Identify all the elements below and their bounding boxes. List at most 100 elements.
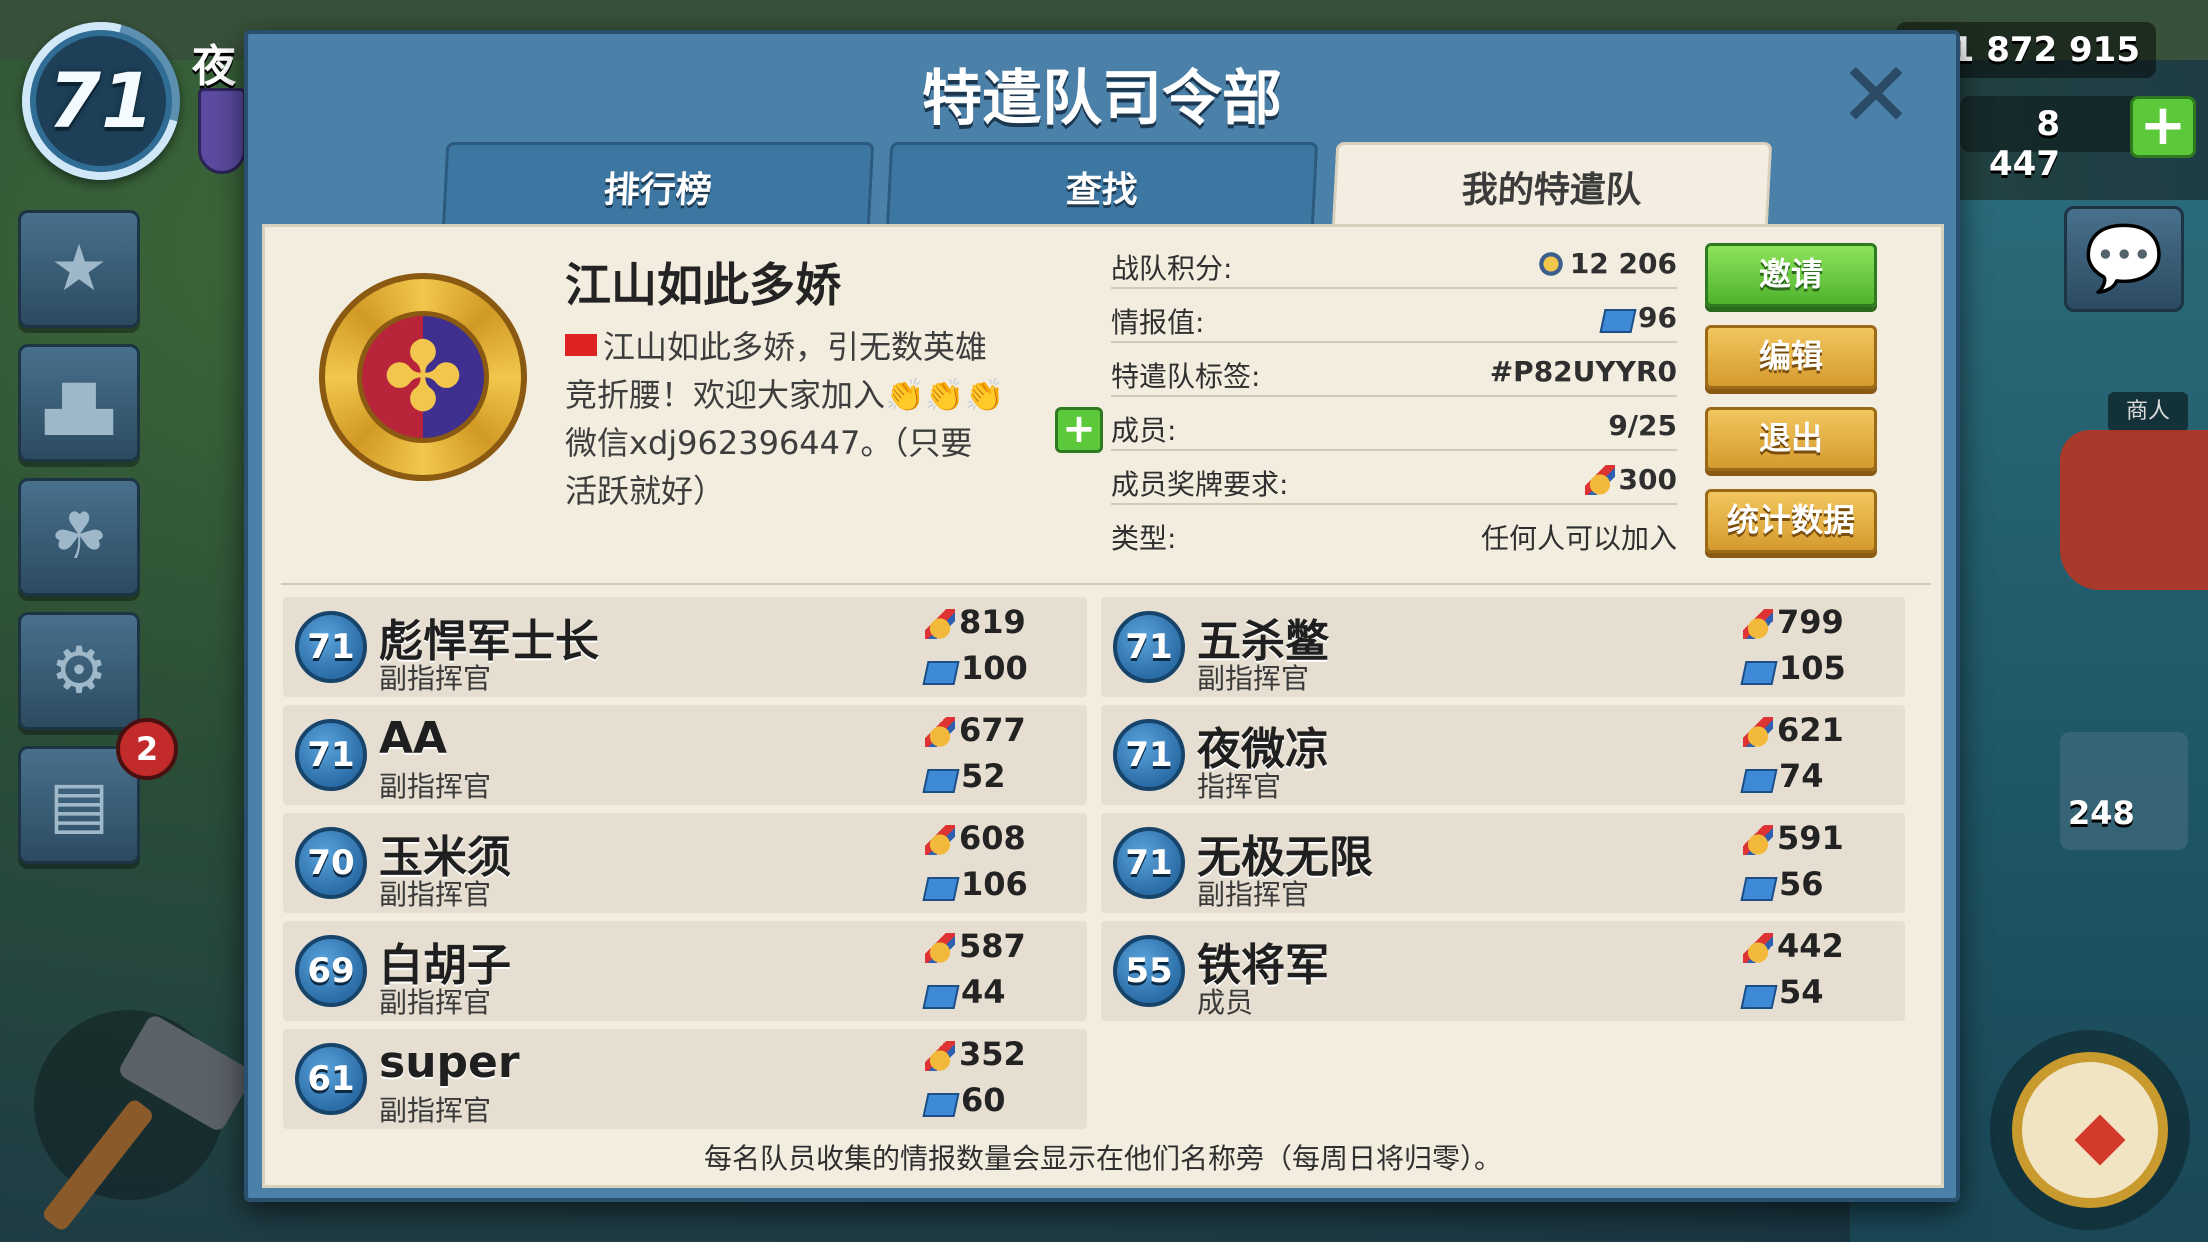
info-row-tag: 特遣队标签: #P82UYYR0 [1111, 347, 1677, 397]
group-icon: ☘ [50, 500, 108, 574]
member-row[interactable]: 71 无极无限 副指挥官 591 56 [1101, 813, 1905, 913]
member-name: super [379, 1037, 520, 1088]
description-line: 江山如此多娇，引无数英雄 [603, 328, 988, 366]
info-row-type: 类型: 任何人可以加入 [1111, 509, 1677, 559]
member-row[interactable]: 69 白胡子 副指挥官 587 44 [283, 921, 1087, 1021]
troops-button[interactable] [2060, 732, 2188, 850]
member-row[interactable]: 71 AA 副指挥官 677 52 [283, 705, 1087, 805]
intel-icon [1740, 985, 1778, 1009]
footer-note: 每名队员收集的情报数量会显示在他们名称旁（每周日将归零）。 [703, 1142, 1502, 1175]
task-force-emblem: ✤ [303, 257, 543, 497]
panel-title: 特遣队司令部 [922, 64, 1282, 134]
buy-diamonds-button[interactable]: + [2130, 96, 2196, 158]
member-medals: 352 [925, 1035, 1026, 1073]
member-row[interactable]: 61 super 副指挥官 352 60 [283, 1029, 1087, 1129]
tab-search[interactable]: 查找 [885, 142, 1319, 230]
member-role: 副指挥官 [1197, 878, 1310, 911]
task-force-button[interactable]: ☘ [18, 478, 140, 596]
member-level: 70 [295, 827, 367, 899]
tab-leaderboard[interactable]: 排行榜 [441, 142, 875, 230]
score-value: 12 206 [1535, 247, 1677, 280]
member-row[interactable]: 71 五杀鳖 副指挥官 799 105 [1101, 597, 1905, 697]
member-row[interactable]: 70 玉米须 副指挥官 608 106 [283, 813, 1087, 913]
star-icon: ★ [50, 232, 108, 306]
member-role: 副指挥官 [379, 1094, 492, 1127]
tag-value: #P82UYYR0 [1489, 355, 1677, 388]
tab-my-task-force[interactable]: 我的特遣队 [1331, 142, 1773, 230]
invite-button[interactable]: 邀请 [1705, 243, 1877, 307]
stats-button[interactable]: 统计数据 [1705, 489, 1877, 553]
clover-icon: ✤ [382, 321, 464, 433]
settings-button[interactable]: ⚙ [18, 612, 140, 730]
merchant-label[interactable]: 商人 [2108, 392, 2188, 432]
merchant-ship[interactable] [2060, 430, 2208, 590]
member-level: 55 [1113, 935, 1185, 1007]
medal-icon [1743, 933, 1773, 963]
member-level: 71 [1113, 827, 1185, 899]
leaderboard-button[interactable]: ▟▙ [18, 344, 140, 462]
score-label: 战队积分: [1111, 252, 1233, 285]
member-role: 成员 [1197, 986, 1254, 1019]
member-row[interactable]: 71 夜微凉 指挥官 621 74 [1101, 705, 1905, 805]
member-intel: 106 [922, 865, 1028, 903]
leave-button[interactable]: 退出 [1705, 407, 1877, 471]
medal-icon [1743, 825, 1773, 855]
member-row[interactable]: 71 彪悍军士长 副指挥官 819 100 [283, 597, 1087, 697]
medal-requirement-value: 300 [1584, 463, 1677, 496]
member-level: 71 [295, 719, 367, 791]
add-member-button[interactable]: + [1055, 407, 1103, 453]
gear-icon: ⚙ [50, 634, 108, 708]
member-role: 副指挥官 [379, 986, 492, 1019]
score-icon [1535, 249, 1566, 279]
intel-icon [922, 985, 960, 1009]
hammer-handle [40, 1097, 156, 1233]
member-level: 61 [295, 1043, 367, 1115]
newspaper-icon: ▤ [48, 768, 110, 842]
build-button[interactable] [34, 1010, 256, 1233]
intel-label: 情报值: [1111, 306, 1205, 339]
medal-icon [925, 717, 955, 747]
description-line: 活跃就好） [565, 472, 726, 510]
intel-icon [1599, 309, 1637, 333]
player-level-badge[interactable]: 71 [0, 0, 209, 209]
rank-shield-icon[interactable] [198, 88, 246, 174]
news-notification-badge: 2 [116, 718, 178, 780]
member-row[interactable]: 55 铁将军 成员 442 54 [1101, 921, 1905, 1021]
intel-icon [922, 661, 960, 685]
medal-icon [1584, 465, 1615, 495]
tag-label: 特遣队标签: [1111, 360, 1261, 393]
member-medals: 587 [925, 927, 1026, 965]
member-role: 副指挥官 [379, 770, 492, 803]
star-button[interactable]: ★ [18, 210, 140, 328]
member-intel: 100 [922, 649, 1028, 687]
my-task-force-content: ✤ 江山如此多娇 江山如此多娇，引无数英雄 竞折腰！欢迎大家加入👏👏👏 微信xd… [262, 224, 1944, 1188]
member-intel: 60 [922, 1081, 1006, 1119]
compass-icon [2012, 1052, 2168, 1208]
member-medals: 442 [1743, 927, 1844, 965]
member-intel: 74 [1740, 757, 1824, 795]
chat-bubble-icon: 💬 [2084, 222, 2164, 296]
member-medals: 819 [925, 603, 1026, 641]
close-button[interactable]: ✕ [1836, 51, 1916, 141]
map-compass-button[interactable] [1990, 1030, 2190, 1230]
members-label: 成员: [1111, 414, 1177, 447]
player-name: 夜 [192, 41, 236, 92]
team-name: 江山如此多娇 [565, 258, 841, 312]
intel-value: 96 [1599, 301, 1677, 334]
medal-icon [1743, 609, 1773, 639]
diamond-counter: 8 447 [1960, 96, 2150, 184]
member-medals: 621 [1743, 711, 1844, 749]
edit-button[interactable]: 编辑 [1705, 325, 1877, 389]
medal-icon [925, 609, 955, 639]
intel-icon [1740, 769, 1778, 793]
team-description: 江山如此多娇，引无数英雄 竞折腰！欢迎大家加入👏👏👏 微信xdj96239644… [565, 323, 1005, 515]
medal-icon [925, 933, 955, 963]
intel-icon [922, 769, 960, 793]
description-line: 竞折腰！欢迎大家加入👏👏👏 [565, 376, 1005, 414]
description-line: 微信xdj962396447。（只要 [565, 424, 973, 462]
member-intel: 54 [1740, 973, 1824, 1011]
chat-button[interactable]: 💬 [2064, 206, 2184, 312]
medal-icon [925, 1041, 955, 1071]
intel-icon [922, 877, 960, 901]
medal-icon [925, 825, 955, 855]
